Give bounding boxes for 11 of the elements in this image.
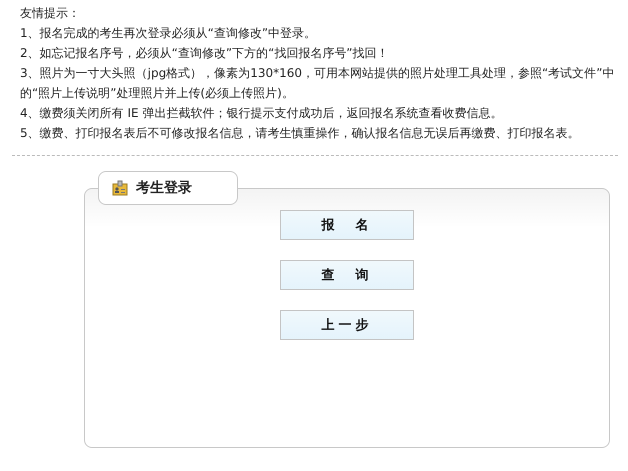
notice-item: 4、缴费须关闭所有 IE 弹出拦截软件；银行提示支付成功后，返回报名系统查看收费信息。 — [20, 105, 504, 122]
menu-button[interactable]: 查 询 — [280, 260, 414, 290]
notice-item: 5、缴费、打印报名表后不可修改报名信息，请考生慎重操作，确认报名信息无误后再缴费、打印报名表。 — [20, 125, 581, 142]
notice-item: 1、报名完成的考生再次登录必须从“查询修改”中登录。 — [20, 25, 318, 42]
panel-title: 考生登录 — [136, 179, 192, 197]
notice-title: 友情提示： — [20, 5, 81, 22]
menu-button[interactable]: 报 名 — [280, 210, 414, 240]
notice-item: 2、如忘记报名序号，必须从“查询修改”下方的“找回报名序号”找回！ — [20, 45, 390, 62]
notice-item: 3、照片为一寸大头照（jpg格式），像素为130*160，可用本网站提供的照片处理工具处理，参照“考试文件”中的“照片上传说明”处理照片并上传(必须上传照片)。 — [20, 65, 616, 102]
menu-button[interactable]: 上一步 — [280, 310, 414, 340]
id-card-icon — [112, 180, 128, 196]
